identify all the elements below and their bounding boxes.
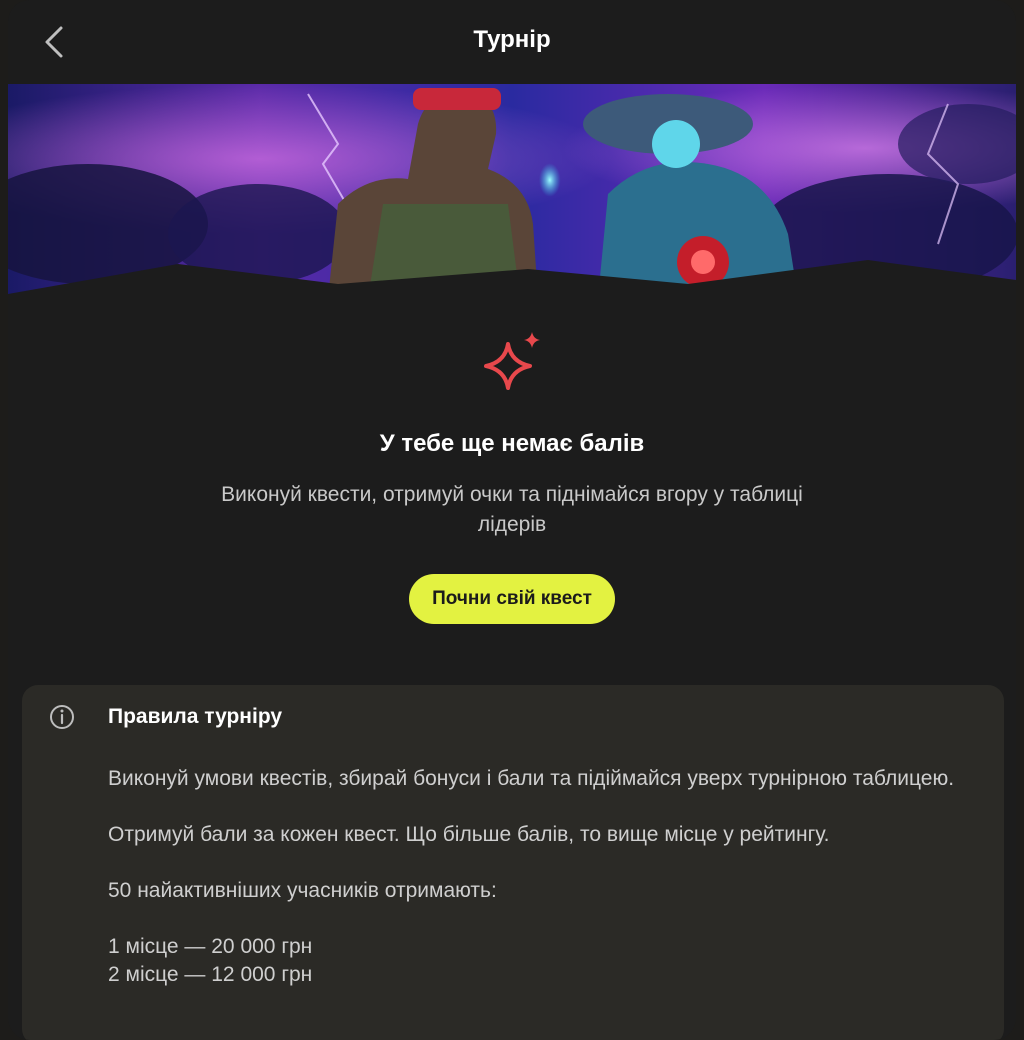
sparkle-icon — [484, 332, 540, 390]
top-bar: Турнір — [8, 0, 1016, 84]
prize-item: 2 місце — 12 000 грн — [108, 963, 313, 986]
start-quest-button[interactable]: Почни свій квест — [409, 574, 615, 624]
tournament-banner-image — [8, 84, 1016, 298]
empty-state-description: Виконуй квести, отримуй очки та піднімай… — [221, 483, 803, 536]
tournament-rules-card: Правила турніру Виконуй умови квестів, з… — [22, 685, 1004, 1040]
page-title: Турнір — [473, 26, 551, 53]
empty-state-title: У тебе ще немає балів — [379, 430, 645, 457]
rules-title: Правила турніру — [108, 705, 283, 728]
info-icon — [50, 705, 74, 729]
rules-paragraph: 50 найактивніших учасників отримають: — [108, 879, 497, 902]
tournament-panel: Турнір У тебе ще немає балів Виконуй кве… — [8, 0, 1016, 1040]
prize-item: 1 місце — 20 000 грн — [108, 935, 313, 958]
rules-text: Виконуй умови квестів, збирай бонуси і б… — [108, 765, 978, 989]
rules-paragraph: Отримуй бали за кожен квест. Що більше б… — [108, 823, 830, 846]
rules-paragraph: Виконуй умови квестів, збирай бонуси і б… — [108, 767, 955, 790]
